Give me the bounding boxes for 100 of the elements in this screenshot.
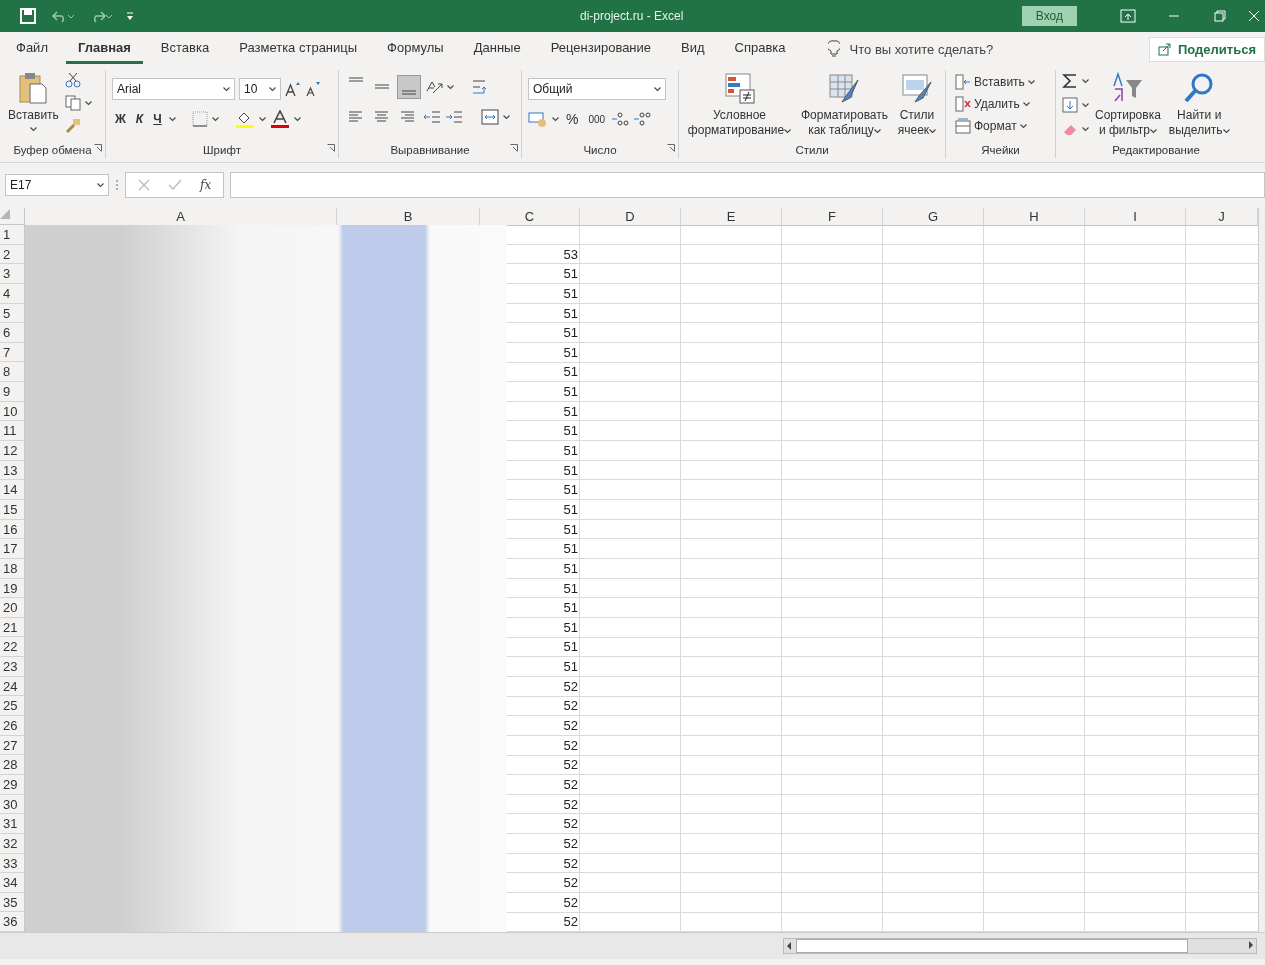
italic-button[interactable]: К bbox=[132, 110, 147, 128]
cells-button[interactable]: Вставить bbox=[952, 72, 1049, 92]
table-cell-text: 51 bbox=[562, 324, 579, 343]
column-header[interactable]: H bbox=[984, 208, 1085, 226]
check-icon bbox=[168, 179, 182, 191]
row-header[interactable]: 9 bbox=[0, 382, 25, 402]
row-header[interactable]: 20 bbox=[0, 598, 25, 618]
vertical-align-button[interactable] bbox=[397, 75, 421, 99]
row-header[interactable]: 23 bbox=[0, 657, 25, 677]
caret-icon bbox=[503, 114, 510, 120]
style-button[interactable]: Условное форматирование bbox=[685, 70, 794, 144]
dialog-launcher-icon bbox=[94, 144, 102, 152]
font-name-dropdown[interactable]: Arial bbox=[112, 78, 235, 100]
table-cell-text: 51 bbox=[562, 481, 579, 500]
row-header[interactable]: 34 bbox=[0, 873, 25, 893]
row-header[interactable]: 8 bbox=[0, 362, 25, 383]
row-header[interactable]: 1 bbox=[0, 225, 25, 245]
caret-icon bbox=[1082, 78, 1089, 84]
currency-icon bbox=[528, 111, 548, 127]
table-cell-text: 51 bbox=[562, 383, 579, 402]
caret-icon bbox=[873, 129, 881, 134]
editing-button[interactable]: Найти и выделить bbox=[1166, 70, 1232, 144]
style-button[interactable]: Стили ячеек bbox=[895, 70, 939, 144]
percent-button[interactable]: % bbox=[563, 109, 582, 129]
table-cell-text: 51 bbox=[562, 540, 579, 559]
increase-decimal-icon bbox=[612, 111, 631, 127]
font-color-icon bbox=[269, 110, 290, 128]
row-header[interactable]: 6 bbox=[0, 323, 25, 343]
group-label: Буфер обмена bbox=[13, 144, 92, 158]
thousands-button[interactable]: 000 bbox=[585, 111, 609, 127]
column-header[interactable]: J bbox=[1186, 208, 1258, 226]
row-header[interactable]: 26 bbox=[0, 716, 25, 736]
column-header[interactable]: B bbox=[337, 208, 480, 226]
group-label: Редактирование bbox=[1112, 144, 1200, 158]
vertical-scrollbar[interactable] bbox=[1258, 208, 1265, 933]
table-cell-text: 51 bbox=[562, 442, 579, 461]
decrease-decimal-icon bbox=[634, 111, 653, 127]
caret-icon bbox=[1150, 129, 1157, 134]
caret-icon bbox=[1019, 123, 1027, 129]
column-header[interactable]: D bbox=[580, 208, 681, 226]
editing-button[interactable]: Сортировка и фильтр bbox=[1093, 70, 1163, 144]
column-header[interactable]: A bbox=[25, 208, 337, 226]
column-header[interactable]: F bbox=[782, 208, 883, 226]
name-box[interactable]: E17 bbox=[5, 174, 109, 196]
fill-down-icon bbox=[1062, 97, 1078, 113]
cells-button[interactable]: Формат bbox=[952, 116, 1049, 136]
ribbon-tab[interactable]: Главная bbox=[65, 34, 143, 64]
sign-in-button[interactable]: Вход bbox=[1021, 6, 1077, 26]
ribbon-tab[interactable]: Рецензирование bbox=[538, 34, 664, 64]
tell-me-field[interactable]: Что вы хотите сделать? bbox=[849, 41, 994, 57]
row-header[interactable]: 25 bbox=[0, 696, 25, 716]
table-cell-text: 52 bbox=[562, 834, 579, 853]
paste-button[interactable]: Вставить bbox=[6, 70, 61, 144]
row-header[interactable]: 36 bbox=[0, 912, 25, 933]
ribbon-tab[interactable]: Разметка страницы bbox=[227, 34, 370, 64]
row-header[interactable]: 17 bbox=[0, 539, 25, 559]
table-cell-text: 52 bbox=[562, 913, 579, 932]
row-header[interactable]: 28 bbox=[0, 755, 25, 775]
row-header[interactable]: 12 bbox=[0, 441, 25, 461]
align-icon bbox=[400, 109, 416, 125]
column-header[interactable]: G bbox=[883, 208, 984, 226]
cell-grid[interactable] bbox=[0, 208, 1258, 933]
ribbon-tab[interactable]: Вид bbox=[669, 34, 717, 64]
cells-button[interactable]: Удалить bbox=[952, 94, 1049, 114]
merge-cells-icon bbox=[481, 109, 499, 125]
bold-button[interactable]: Ж bbox=[112, 110, 129, 128]
table-cell-text: 52 bbox=[562, 717, 579, 735]
shrink-font-icon bbox=[305, 81, 321, 97]
align-icon bbox=[374, 84, 390, 90]
scrollbar-thumb[interactable] bbox=[796, 939, 1188, 954]
share-button[interactable]: Поделиться bbox=[1148, 36, 1265, 62]
save-icon bbox=[20, 8, 36, 24]
ribbon-tab[interactable]: Справка bbox=[722, 34, 798, 64]
table-cell-text: 52 bbox=[562, 736, 579, 755]
style-button[interactable]: Форматировать как таблицу bbox=[798, 70, 891, 144]
caret-icon bbox=[784, 129, 792, 134]
column-header[interactable]: I bbox=[1085, 208, 1186, 226]
row-header[interactable]: 31 bbox=[0, 814, 25, 834]
row-header[interactable]: 22 bbox=[0, 637, 25, 658]
caret-icon bbox=[293, 116, 301, 122]
column-header[interactable]: C bbox=[480, 208, 580, 226]
number-format-dropdown[interactable]: Общий bbox=[528, 78, 666, 100]
ribbon-tab[interactable]: Вставка bbox=[148, 34, 222, 64]
underline-button[interactable]: Ч bbox=[150, 110, 165, 128]
font-size-dropdown[interactable]: 10 bbox=[239, 78, 281, 100]
insert-function-button[interactable]: fx bbox=[200, 178, 212, 192]
row-header[interactable]: 3 bbox=[0, 264, 25, 284]
horizontal-scrollbar[interactable] bbox=[783, 938, 1257, 955]
delete-cells-icon bbox=[955, 96, 971, 112]
column-header[interactable]: E bbox=[681, 208, 782, 226]
formula-input[interactable] bbox=[230, 172, 1265, 198]
table-cell-text: 51 bbox=[562, 599, 579, 618]
ribbon-tab[interactable]: Данные bbox=[461, 34, 533, 64]
ribbon-tab[interactable]: Файл bbox=[4, 34, 60, 64]
caret-icon bbox=[1027, 79, 1035, 85]
table-cell-text: 52 bbox=[562, 795, 579, 814]
format-painter-icon bbox=[64, 118, 81, 134]
row-header[interactable]: 11 bbox=[0, 421, 25, 442]
row-header[interactable]: 14 bbox=[0, 480, 25, 500]
ribbon-tab[interactable]: Формулы bbox=[375, 34, 456, 64]
